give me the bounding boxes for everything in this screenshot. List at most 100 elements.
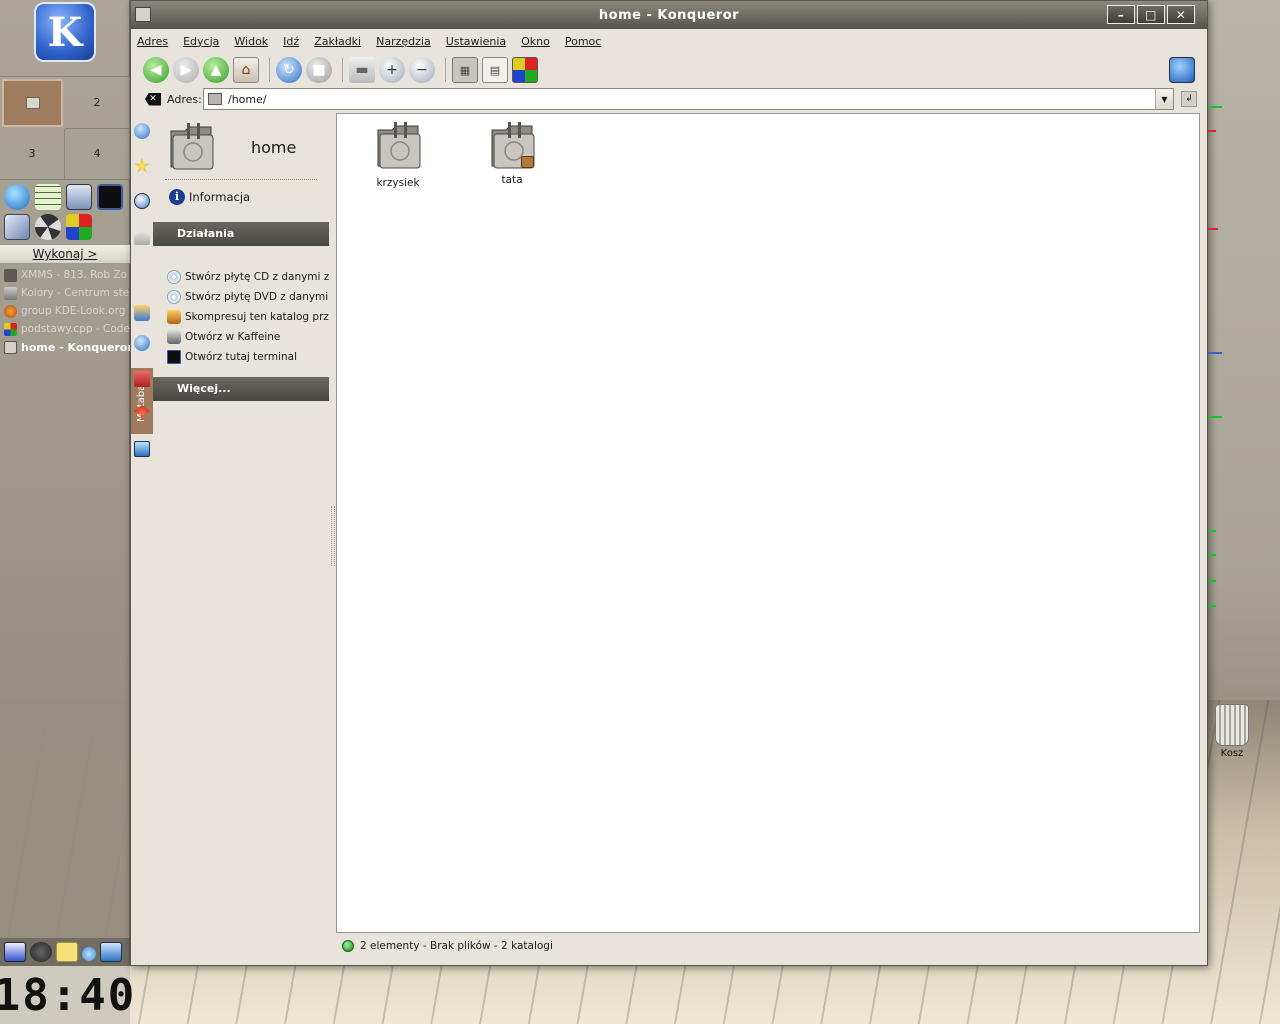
konqueror-globe-icon[interactable] [4, 184, 30, 210]
folder-name: krzysiek [376, 177, 420, 189]
back-arrow-icon[interactable]: ◀ [143, 57, 169, 83]
folder-icon [208, 93, 222, 105]
file-view[interactable]: krzysiek tata [336, 113, 1200, 933]
zoom-in-icon[interactable]: + [379, 57, 405, 83]
window-menu-icon[interactable] [135, 7, 151, 22]
menu-widok[interactable]: Widok [234, 35, 268, 48]
favorites-star-icon[interactable] [134, 158, 150, 173]
text-editor-icon[interactable] [66, 184, 92, 210]
activity-globe-icon [1169, 57, 1195, 83]
chevron-down-icon[interactable]: ▼ [1155, 89, 1173, 109]
bluetooth-icon[interactable] [82, 946, 96, 961]
info-label: Informacja [189, 190, 251, 204]
run-command-button[interactable]: Wykonaj > [0, 244, 130, 264]
clear-location-icon[interactable]: ✕ [145, 92, 161, 106]
task-xmms[interactable]: XMMS - 813. Rob Zo [0, 266, 130, 284]
task-label: group KDE-Look.org [21, 305, 126, 317]
icon-view-icon[interactable]: ▦ [452, 57, 478, 83]
maximize-button[interactable]: □ [1137, 5, 1165, 24]
display-icon[interactable] [4, 942, 26, 962]
monitor-graph-line [1208, 580, 1216, 582]
settings-fan-icon[interactable] [35, 214, 61, 240]
detail-view-icon[interactable]: ▤ [482, 57, 508, 83]
info-link[interactable]: i Informacja [169, 189, 250, 205]
action-open-terminal[interactable]: Otwórz tutaj terminal [167, 347, 329, 367]
notes-icon[interactable] [56, 942, 78, 962]
zoom-out-icon[interactable]: − [409, 57, 435, 83]
pager-desktop-4[interactable]: 4 [65, 128, 130, 180]
menu-idz[interactable]: Idź [283, 35, 299, 48]
kicker-panel: K 2 3 4 Wykonaj > XMMS - 813. Rob Zo Kol… [0, 0, 134, 1024]
action-burn-dvd[interactable]: Stwórz płytę DVD z danymi [167, 287, 329, 307]
computer-monitor-icon[interactable] [134, 441, 150, 457]
pager-desktop-3[interactable]: 3 [0, 128, 65, 180]
sidebar-splitter[interactable] [331, 506, 335, 566]
monitor-graph-line [1208, 228, 1218, 230]
toolbar-separator [269, 58, 270, 82]
reload-icon[interactable]: ↻ [276, 57, 302, 83]
pager-window-icon [25, 96, 40, 109]
task-konqueror[interactable]: home - Konqueror [0, 338, 130, 356]
digital-clock[interactable]: 18:40 [0, 966, 134, 1024]
headphones-icon [4, 268, 17, 282]
stop-icon[interactable]: ■ [306, 57, 332, 83]
home-folder-icon[interactable] [134, 229, 150, 245]
history-clock-icon[interactable] [134, 193, 150, 209]
menu-edycja[interactable]: Edycja [183, 35, 219, 48]
folder-title: home [251, 138, 297, 157]
menu-pomoc[interactable]: Pomoc [565, 35, 601, 48]
archive-icon [167, 310, 181, 324]
pager-desktop-1[interactable] [2, 79, 63, 127]
menu-ustawienia[interactable]: Ustawienia [446, 35, 506, 48]
print-icon[interactable]: ▬ [349, 57, 375, 83]
folder-item[interactable]: tata [472, 120, 552, 186]
menu-narzedzia[interactable]: Narzędzia [376, 35, 431, 48]
folder-item[interactable]: krzysiek [358, 120, 438, 189]
more-header[interactable]: Więcej... [153, 377, 329, 401]
task-firefox[interactable]: group KDE-Look.org [0, 302, 130, 320]
close-button[interactable]: ✕ [1167, 5, 1195, 24]
window-titlebar[interactable]: home - Konqueror – □ ✕ [131, 1, 1207, 29]
trash-desktop-icon[interactable]: Kosz [1210, 704, 1254, 759]
action-open-kaffeine[interactable]: Otwórz w Kaffeine [167, 327, 329, 347]
action-burn-cd[interactable]: Stwórz płytę CD z danymi z [167, 267, 329, 287]
home-icon[interactable]: ⌂ [233, 57, 259, 83]
up-arrow-icon[interactable]: ▲ [203, 57, 229, 83]
control-center-icon[interactable] [66, 214, 92, 240]
k-menu-button[interactable]: K [34, 2, 96, 62]
go-arrow-icon[interactable]: ↲ [1181, 91, 1197, 107]
bookmarks-globe-icon[interactable] [134, 123, 150, 139]
multicolumn-view-icon[interactable] [512, 57, 538, 83]
menu-okno[interactable]: Okno [521, 35, 550, 48]
network-icon[interactable] [100, 942, 122, 962]
folder-icon [377, 122, 421, 169]
webcam-icon[interactable] [30, 942, 52, 962]
action-compress[interactable]: Skompresuj ten katalog prz [167, 307, 329, 327]
task-label: XMMS - 813. Rob Zo [21, 269, 128, 281]
terminal-icon[interactable] [97, 184, 123, 210]
pager-desktop-2[interactable]: 2 [65, 77, 130, 129]
menu-adres[interactable]: Adres [137, 35, 168, 48]
menu-zakladki[interactable]: Zakładki [314, 35, 361, 48]
action-label: Otwórz w Kaffeine [185, 331, 281, 343]
image-viewer-icon[interactable] [4, 214, 30, 240]
forward-arrow-icon[interactable]: ▶ [173, 57, 199, 83]
media-folder-icon[interactable] [134, 371, 150, 387]
address-input[interactable]: /home/ ▼ [203, 88, 1174, 110]
actions-header[interactable]: Działania [153, 222, 329, 246]
services-globe-icon[interactable] [134, 335, 150, 351]
location-bar: ✕ Adres: /home/ ▼ ↲ [131, 87, 1207, 111]
task-label: home - Konqueror [21, 340, 130, 354]
spreadsheet-icon[interactable] [35, 184, 61, 210]
window-buttons: – □ ✕ [1107, 5, 1195, 24]
action-label: Stwórz płytę DVD z danymi [185, 291, 329, 303]
monitor-graph-line [1208, 530, 1216, 532]
task-label: Kolory - Centrum ste [21, 287, 130, 299]
metabar-panel: home i Informacja Działania Stwórz płytę… [153, 113, 331, 963]
task-kcontrol[interactable]: Kolory - Centrum ste [0, 284, 130, 302]
konqueror-window: home - Konqueror – □ ✕ Adres Edycja Wido… [130, 0, 1208, 966]
desktop-pager: 2 3 4 [0, 76, 130, 180]
minimize-button[interactable]: – [1107, 5, 1135, 24]
network-tab-icon[interactable] [134, 305, 150, 321]
task-codeblocks[interactable]: podstawy.cpp - Code [0, 320, 130, 338]
